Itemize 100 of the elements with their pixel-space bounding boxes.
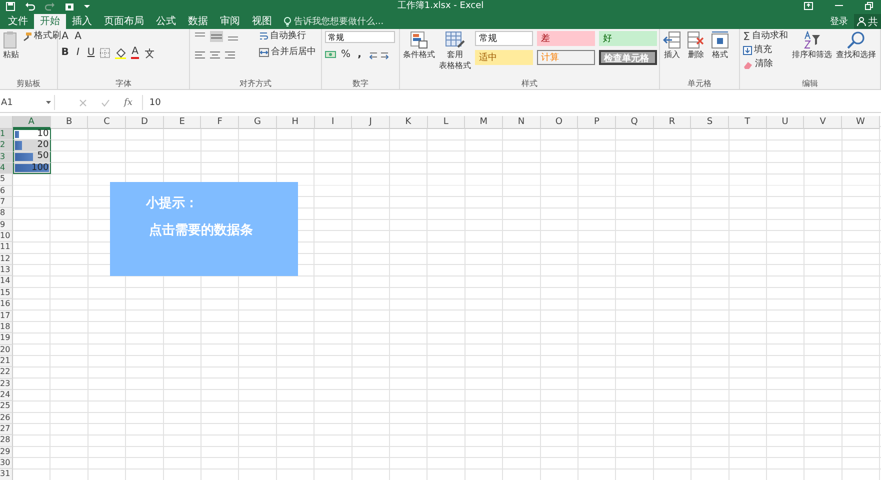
column-header[interactable]: N — [502, 116, 541, 129]
row-header[interactable]: 26 — [0, 412, 13, 424]
row-header[interactable]: 19 — [0, 333, 13, 345]
row-header[interactable]: 4 — [0, 163, 13, 174]
column-header[interactable]: C — [88, 116, 126, 129]
row-header[interactable]: 22 — [0, 367, 13, 379]
ribbon-tab[interactable]: 公式 — [150, 14, 182, 29]
table-cell[interactable]: 100 — [13, 163, 51, 174]
column-header[interactable]: E — [164, 116, 202, 129]
column-header[interactable]: T — [729, 116, 767, 129]
italic-button[interactable]: I — [74, 47, 82, 59]
restore-icon[interactable] — [865, 2, 873, 10]
format-painter-button[interactable]: 格式刷 — [23, 31, 61, 42]
row-header[interactable]: 18 — [0, 322, 13, 334]
wrap-text-button[interactable]: 自动换行 — [259, 31, 316, 42]
row-header[interactable]: 28 — [0, 435, 13, 447]
cells-command-button[interactable]: 插入 — [663, 31, 681, 60]
ribbon-tab[interactable]: 插入 — [66, 14, 98, 29]
find-select-button[interactable]: 查找和选择 — [836, 31, 876, 60]
clear-button[interactable]: 清除 — [743, 59, 788, 70]
row-header[interactable]: 13 — [0, 265, 13, 276]
paste-button[interactable]: 粘贴 — [3, 31, 19, 60]
ribbon-tab[interactable]: 视图 — [246, 14, 278, 29]
column-header[interactable]: I — [314, 116, 352, 129]
increase-font-size-button[interactable]: A — [61, 31, 69, 43]
comma-style-button[interactable]: , — [356, 49, 364, 61]
row-header[interactable]: 23 — [0, 378, 13, 390]
row-header[interactable]: 1 — [0, 129, 13, 140]
ribbon-tab[interactable]: 开始 — [34, 14, 66, 29]
tell-me-field[interactable]: 告诉我您想要做什么... — [284, 14, 384, 29]
row-header[interactable]: 9 — [0, 220, 13, 232]
row-header[interactable]: 15 — [0, 288, 13, 300]
row-header[interactable]: 30 — [0, 458, 13, 470]
row-header[interactable]: 27 — [0, 424, 13, 436]
insert-function-button[interactable]: fx — [124, 98, 132, 108]
minimize-icon[interactable] — [835, 5, 843, 7]
row-header[interactable]: 6 — [0, 186, 13, 198]
cells-command-button[interactable]: 删除 — [687, 31, 705, 60]
ribbon-tab[interactable]: 审阅 — [214, 14, 246, 29]
column-header[interactable]: B — [50, 116, 88, 129]
row-header[interactable]: 29 — [0, 446, 13, 458]
row-header[interactable]: 2 — [0, 140, 13, 152]
column-header[interactable]: J — [352, 116, 390, 129]
ribbon-tab[interactable]: 页面布局 — [98, 14, 150, 29]
row-header[interactable]: 12 — [0, 254, 13, 266]
autosum-button[interactable]: Σ 自动求和 — [743, 31, 788, 42]
row-header[interactable]: 3 — [0, 152, 13, 164]
row-header[interactable]: 7 — [0, 197, 13, 208]
row-header[interactable]: 31 — [0, 469, 13, 480]
bold-button[interactable]: B — [61, 47, 69, 59]
column-header[interactable]: F — [201, 116, 240, 129]
currency-icon[interactable] — [325, 50, 336, 60]
column-header[interactable]: D — [126, 116, 164, 129]
row-header[interactable]: 5 — [0, 174, 13, 186]
conditional-formatting-button[interactable]: 条件格式 — [403, 31, 435, 60]
ribbon-tab[interactable]: 数据 — [182, 14, 214, 29]
cell-style-swatch[interactable]: 适中 — [475, 50, 533, 65]
format-as-table-button[interactable]: 套用 表格格式 — [439, 31, 471, 71]
column-header[interactable]: O — [540, 116, 578, 129]
column-header[interactable]: R — [654, 116, 692, 129]
fill-button[interactable]: 填充 — [743, 45, 788, 56]
column-header[interactable]: P — [578, 116, 616, 129]
column-header[interactable]: M — [465, 116, 503, 129]
row-header[interactable]: 17 — [0, 310, 13, 322]
percent-button[interactable]: % — [341, 49, 351, 61]
save-icon[interactable] — [6, 2, 15, 10]
row-header[interactable]: 14 — [0, 276, 13, 288]
row-header[interactable]: 11 — [0, 242, 13, 254]
table-cell[interactable]: 20 — [13, 140, 51, 152]
customize-caret-icon[interactable] — [84, 4, 90, 8]
row-header[interactable]: 16 — [0, 299, 13, 310]
ribbon-tab[interactable]: 文件 — [2, 14, 34, 29]
row-header[interactable]: 25 — [0, 401, 13, 413]
column-header[interactable]: K — [390, 116, 428, 129]
cell-style-swatch[interactable]: 常规 — [475, 31, 533, 46]
row-header[interactable]: 24 — [0, 390, 13, 402]
number-format-dropdown[interactable]: 常规 — [325, 31, 395, 43]
sort-filter-button[interactable]: 排序和筛选 — [792, 31, 832, 60]
table-cell[interactable]: 10 — [13, 129, 51, 140]
share-button[interactable]: 共 — [854, 14, 881, 29]
underline-button[interactable]: U — [87, 47, 95, 59]
sign-in-link[interactable]: 登录 — [830, 15, 848, 28]
column-header[interactable]: V — [804, 116, 842, 129]
table-cell[interactable]: 50 — [13, 152, 51, 164]
column-header[interactable]: Q — [616, 116, 654, 129]
undo-icon[interactable] — [25, 2, 35, 10]
cells-command-button[interactable]: 格式 — [711, 31, 729, 60]
column-header[interactable]: A — [13, 116, 51, 129]
row-header[interactable]: 8 — [0, 208, 13, 220]
column-header[interactable]: H — [276, 116, 314, 129]
row-header[interactable]: 10 — [0, 231, 13, 242]
fill-color-icon[interactable] — [115, 48, 126, 58]
cell-style-swatch[interactable]: 差 — [537, 31, 595, 46]
column-header[interactable]: S — [691, 116, 730, 129]
column-header[interactable]: U — [766, 116, 804, 129]
row-header[interactable]: 20 — [0, 344, 13, 356]
row-header[interactable]: 21 — [0, 356, 13, 368]
phonetic-guide-icon[interactable] — [144, 48, 155, 58]
formula-input[interactable]: 10 — [143, 98, 881, 108]
column-header[interactable]: L — [428, 116, 466, 129]
